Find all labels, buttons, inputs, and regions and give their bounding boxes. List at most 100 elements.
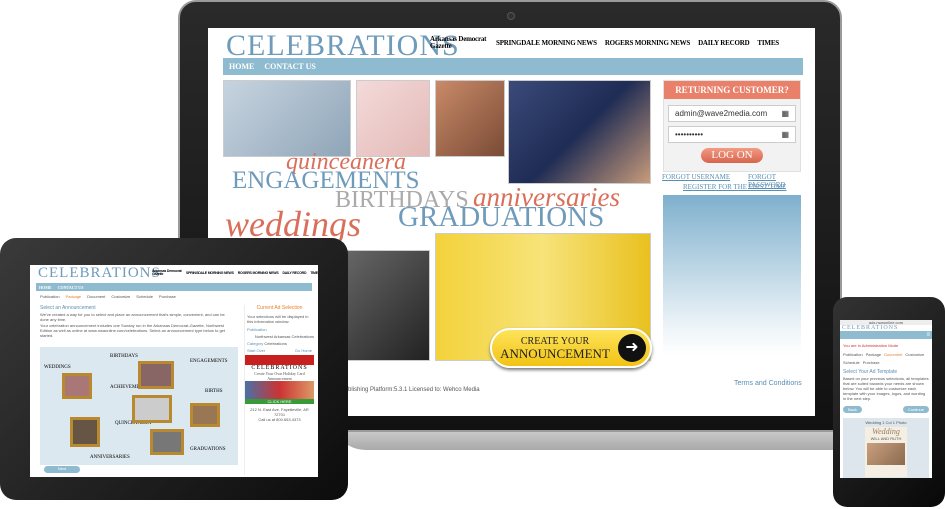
nav-home[interactable]: HOME — [39, 285, 52, 290]
paper-logo: DAILY RECORD — [282, 271, 307, 275]
publication-value: Northwest Arkansas Celebrations — [254, 334, 314, 339]
side-banner — [663, 195, 801, 355]
next-button[interactable]: Next — [44, 466, 80, 473]
paper-logo: ROGERS MORNING NEWS — [237, 271, 279, 275]
newspaper-logos: Arkansas Democrat Gazette SPRINGDALE MOR… — [430, 34, 779, 52]
login-panel: RETURNING CUSTOMER? admin@wave2media.com… — [663, 80, 801, 172]
collage-engagements[interactable]: ENGAGEMENTS — [190, 359, 228, 364]
nav-home[interactable]: HOME — [229, 62, 254, 71]
template-photo — [867, 443, 905, 465]
photo-baby-sleeping — [223, 80, 351, 157]
collage-anniversaries[interactable]: ANNIVERSARIES — [90, 455, 130, 460]
step[interactable]: Customize — [111, 294, 130, 299]
camera-icon — [507, 12, 515, 20]
tablet-logo: CELEBRATIONS — [38, 265, 161, 281]
photo-ring — [435, 80, 505, 157]
password-input[interactable]: •••••••••• ▦ — [668, 126, 796, 143]
tablet-heading: Select an Announcement — [40, 305, 96, 311]
log-on-button[interactable]: LOG ON — [701, 148, 763, 163]
frame-photo — [190, 403, 220, 427]
photo-baby-pink — [356, 80, 430, 157]
step-active[interactable]: Package — [66, 294, 82, 299]
nav-contact[interactable]: CONTACT US — [58, 285, 84, 290]
ad-text: Create Your Own Holiday Card Announcemen… — [254, 371, 305, 381]
collage-births[interactable]: BIRTHS — [205, 389, 222, 394]
paper-logo: ROGERS MORNING NEWS — [604, 39, 691, 47]
publication-label: Publication — [247, 327, 267, 332]
login-title: RETURNING CUSTOMER? — [664, 81, 800, 99]
template-name: Wedding 1 Col 1 Photo — [865, 420, 907, 425]
word-graduations: GRADUATIONS — [398, 201, 605, 233]
ad-selection-panel: Current Ad Selection Your selections wil… — [244, 305, 314, 475]
menu-icon[interactable]: ≡ — [840, 331, 932, 339]
tablet-para2: Your celebration announcement includes o… — [40, 323, 225, 338]
tablet-screen: CELEBRATIONS Arkansas Democrat Gazette SP… — [30, 265, 318, 477]
ad-photos — [245, 381, 314, 399]
collage-graduations[interactable]: GRADUATIONS — [190, 447, 226, 452]
collage-weddings[interactable]: WEDDINGS — [44, 365, 71, 370]
paper-logo: Arkansas Democrat Gazette — [152, 268, 182, 276]
step-active[interactable]: Document — [884, 352, 902, 357]
paper-logo: TIMES — [757, 39, 779, 47]
cta-line2: ANNOUNCEMENT — [500, 345, 610, 361]
username-value: admin@wave2media.com — [675, 109, 768, 118]
frame-photo — [62, 373, 92, 399]
phone-heading: Select Your Ad Template — [843, 369, 898, 375]
tablet-nav: HOME CONTACT US — [36, 283, 312, 291]
back-button[interactable]: Back — [843, 406, 862, 413]
step[interactable]: Schedule — [136, 294, 153, 299]
step[interactable]: Customize — [905, 352, 924, 357]
step[interactable]: Publication — [843, 352, 863, 357]
frame-photo — [150, 429, 184, 455]
paper-logo: DAILY RECORD — [698, 39, 750, 47]
register-link[interactable]: REGISTER FOR THE FIRST TIME — [683, 183, 786, 191]
ad-click-button[interactable]: CLICK HERE — [245, 399, 314, 404]
phone-screen: ads.nwaonline.com CELEBRATIONS ≡ You are… — [840, 320, 932, 478]
step[interactable]: Package — [866, 352, 882, 357]
category-label: Category — [247, 341, 264, 346]
step[interactable]: Publication — [40, 294, 60, 299]
paper-logo: SPRINGDALE MORNING NEWS — [496, 39, 597, 47]
side-text: Your selections will be displayed in thi… — [247, 314, 309, 324]
phone-number: Call us at 800.653.4373 — [258, 417, 301, 422]
step[interactable]: Document — [87, 294, 105, 299]
collage-birthdays[interactable]: BIRTHDAYS — [110, 354, 138, 359]
cta-line1: CREATE YOUR — [520, 335, 590, 347]
go-home-link[interactable]: Go Home — [295, 348, 312, 353]
photo-couple — [346, 250, 430, 361]
phone-steps: Publication Package Document Customize Sched… — [843, 352, 929, 365]
address: 212 N. East Ave. Fayetteville, AR 72701 — [250, 407, 309, 417]
tablet-para1: We've created a way for you to select an… — [40, 312, 225, 322]
create-announcement-button[interactable]: CREATE YOUR ANNOUNCEMENT ➜ — [490, 328, 652, 368]
category-value: Celebrations — [264, 341, 287, 346]
password-value: •••••••••• — [675, 130, 704, 139]
start-over-link[interactable]: Start Over — [247, 348, 265, 353]
username-input[interactable]: admin@wave2media.com ▦ — [668, 105, 796, 122]
terms-link[interactable]: Terms and Conditions — [734, 380, 802, 387]
forgot-username-link[interactable]: FORGOT USERNAME — [662, 173, 730, 181]
step[interactable]: Schedule — [843, 360, 860, 365]
template-sub: WILL AND RUTH — [870, 436, 902, 441]
nav-contact[interactable]: CONTACT US — [264, 62, 316, 71]
frame-photo — [132, 395, 172, 423]
ad-banner-top — [245, 355, 314, 365]
side-title: Current Ad Selection — [256, 305, 303, 311]
frame-photo — [138, 361, 174, 389]
paper-logo: SPRINGDALE MORNING NEWS — [186, 271, 234, 275]
footer-platform: blishing Platform:5.3.1 Licensed to: Weh… — [348, 387, 480, 393]
tablet-steps: Publication Package Document Customize Sched… — [40, 294, 176, 299]
nav-bar: HOME CONTACT US — [223, 58, 803, 75]
paper-logo: TIMES — [310, 271, 318, 275]
frame-photo — [70, 417, 100, 447]
step[interactable]: Purchase — [863, 360, 880, 365]
paper-logo: Arkansas Democrat Gazette — [430, 35, 487, 50]
template-preview[interactable]: Wedding 1 Col 1 Photo Wedding WILL AND R… — [843, 418, 929, 478]
template-title: Wedding — [872, 427, 900, 436]
admin-mode: You are in Administration Mode — [843, 343, 899, 348]
announcement-collage[interactable]: WEDDINGS BIRTHDAYS ENGAGEMENTS ACHIEVEME… — [40, 347, 238, 465]
keyboard-icon: ▦ — [781, 109, 789, 118]
keyboard-icon: ▦ — [781, 130, 789, 139]
step[interactable]: Purchase — [159, 294, 176, 299]
word-weddings: weddings — [225, 204, 362, 244]
continue-button[interactable]: Continue — [902, 406, 929, 413]
